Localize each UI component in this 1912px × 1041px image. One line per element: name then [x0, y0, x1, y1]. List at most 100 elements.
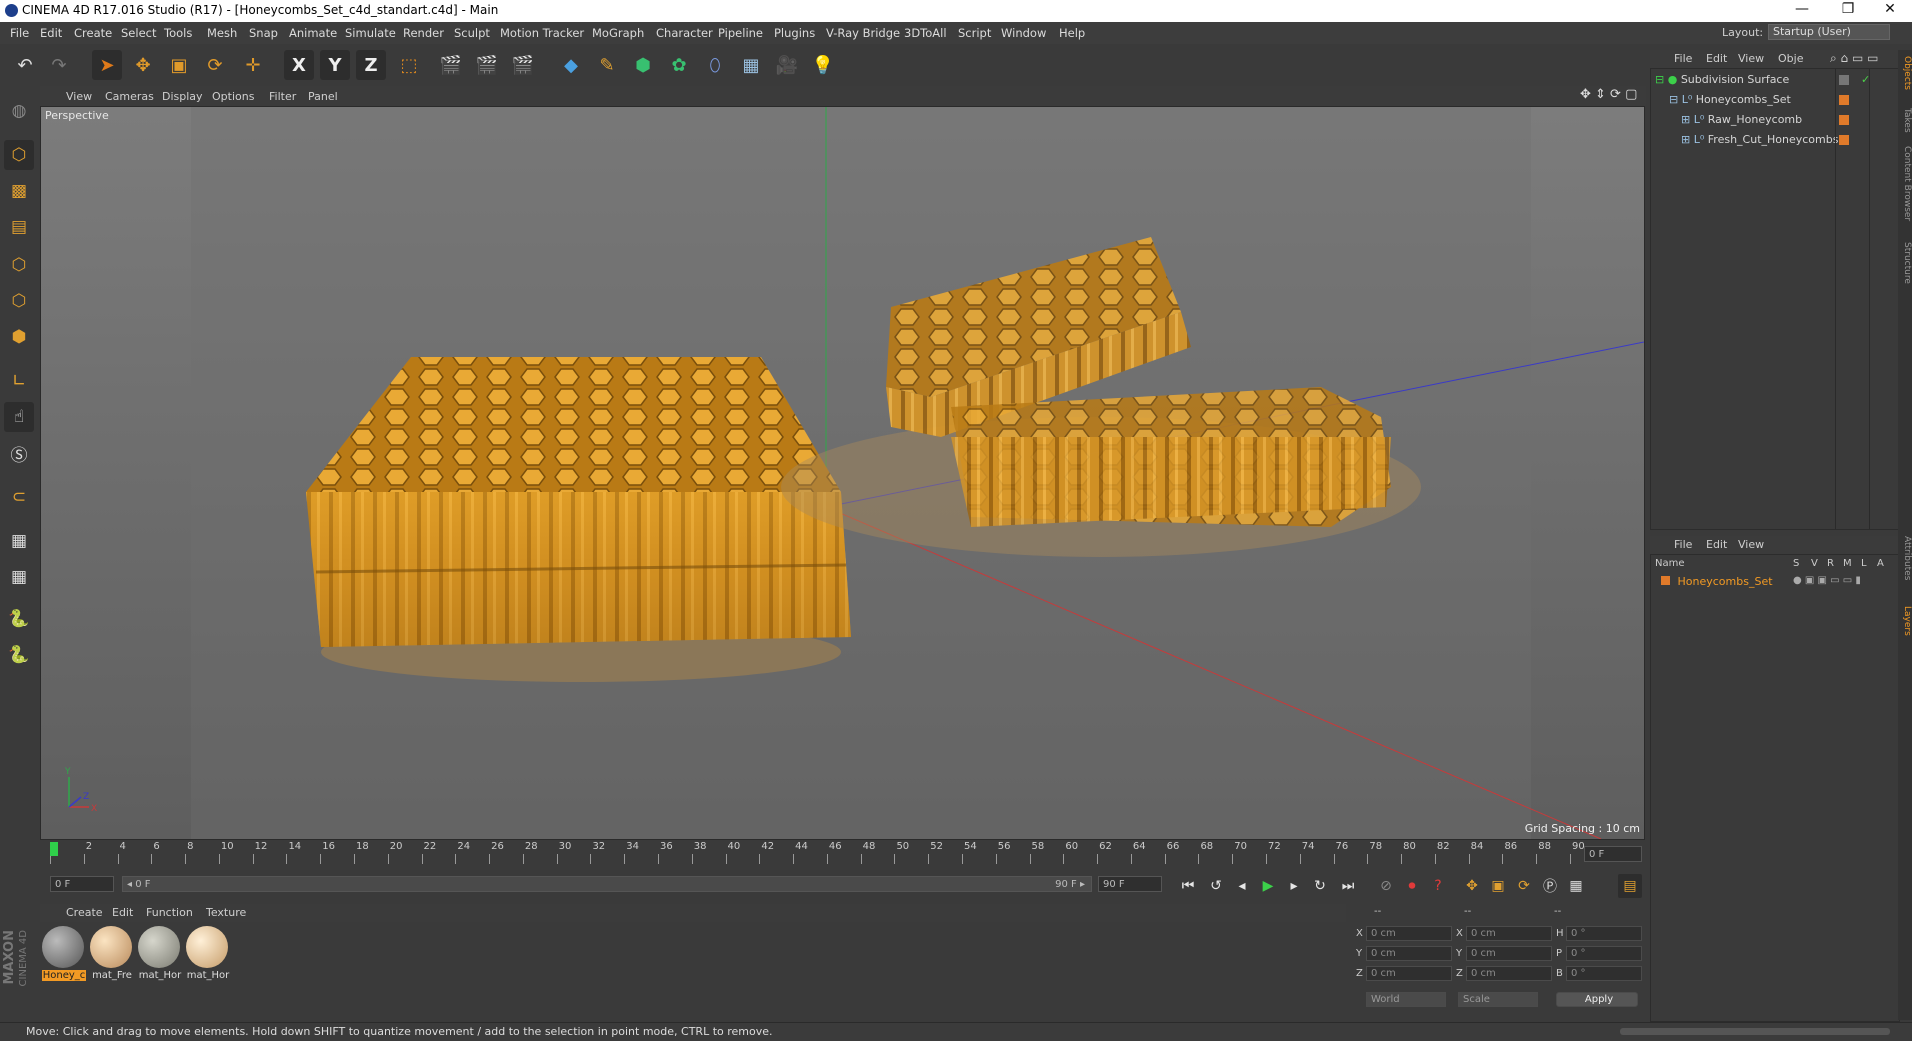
- material-swatch[interactable]: mat_Fre: [90, 926, 134, 981]
- camera-icon[interactable]: 🎥: [772, 50, 802, 80]
- viewport-menu-options[interactable]: Options: [212, 90, 254, 103]
- tab-takes[interactable]: Takes: [1898, 108, 1912, 133]
- menu-animate[interactable]: Animate: [289, 26, 337, 40]
- size-z-field[interactable]: 0 cm: [1466, 966, 1552, 981]
- menu-plugins[interactable]: Plugins: [774, 26, 815, 40]
- close-button[interactable]: ✕: [1870, 1, 1910, 17]
- pen-spline-icon[interactable]: ✎: [592, 50, 622, 80]
- timeline-ruler[interactable]: 0246810121416182022242628303234363840424…: [40, 840, 1646, 868]
- material-swatch[interactable]: Honey_c: [42, 926, 86, 981]
- end-frame-field[interactable]: 90 F: [1098, 876, 1162, 892]
- scale-mode-select[interactable]: Scale: [1458, 992, 1538, 1007]
- python-icon[interactable]: 🐍: [4, 604, 34, 634]
- layer-swatch[interactable]: [1839, 115, 1849, 125]
- record-disabled-icon[interactable]: ⊘: [1374, 874, 1398, 898]
- key-rotation-icon[interactable]: ⟳: [1512, 874, 1536, 898]
- grid-snap-icon[interactable]: ▦: [4, 562, 34, 592]
- live-selection-icon[interactable]: ➤: [92, 50, 122, 80]
- obj-search-icon[interactable]: ⌕ ⌂ ▭ ▭: [1830, 51, 1878, 66]
- obj-menu-objects[interactable]: Obje: [1778, 52, 1803, 65]
- light-icon[interactable]: 💡: [808, 50, 838, 80]
- viewport-menu-panel[interactable]: Panel: [308, 90, 338, 103]
- menu-simulate[interactable]: Simulate: [345, 26, 396, 40]
- tab-content-browser[interactable]: Content Browser: [1898, 146, 1912, 221]
- 3d-viewport[interactable]: Y Z X Perspective Grid Spacing : 10 cm: [40, 106, 1645, 840]
- key-parameter-icon[interactable]: Ⓟ: [1538, 874, 1562, 898]
- key-scale-icon[interactable]: ▣: [1486, 874, 1510, 898]
- next-key-icon[interactable]: ↻: [1308, 874, 1332, 898]
- horizontal-scrollbar[interactable]: [1620, 1028, 1890, 1035]
- menu-window[interactable]: Window: [1001, 26, 1046, 40]
- snap-icon[interactable]: ⊂: [4, 482, 34, 512]
- menu-motion-tracker[interactable]: Motion Tracker: [500, 26, 584, 40]
- mat-menu-function[interactable]: Function: [146, 906, 193, 919]
- rotate-tool-icon[interactable]: ⟳: [200, 50, 230, 80]
- layer-menu-view[interactable]: View: [1738, 538, 1764, 551]
- points-mode-icon[interactable]: ⬡: [4, 250, 34, 280]
- edges-mode-icon[interactable]: ⬡: [4, 286, 34, 316]
- layer-swatch[interactable]: [1839, 75, 1849, 85]
- rotation-h-field[interactable]: 0 °: [1566, 926, 1642, 941]
- obj-menu-file[interactable]: File: [1674, 52, 1692, 65]
- record-keys-icon[interactable]: ⏺: [1400, 874, 1424, 898]
- floor-scene-icon[interactable]: ▦: [736, 50, 766, 80]
- tab-layers[interactable]: Layers: [1898, 606, 1912, 636]
- material-swatch[interactable]: mat_Hor: [138, 926, 182, 981]
- render-view-icon[interactable]: 🎬: [436, 50, 466, 80]
- key-position-icon[interactable]: ✥: [1460, 874, 1484, 898]
- tweak-mode-icon[interactable]: ☝: [4, 402, 34, 432]
- menu-tools[interactable]: Tools: [164, 26, 192, 40]
- workplane-icon[interactable]: ▤: [4, 212, 34, 242]
- viewport-menu-cameras[interactable]: Cameras: [105, 90, 154, 103]
- menu-edit[interactable]: Edit: [40, 26, 62, 40]
- x-axis-lock-button[interactable]: X: [284, 50, 314, 80]
- playhead-marker[interactable]: [50, 842, 58, 856]
- texture-mode-icon[interactable]: ▩: [4, 176, 34, 206]
- restore-button[interactable]: ❐: [1828, 1, 1868, 17]
- start-frame-field[interactable]: 0 F: [50, 876, 114, 892]
- menu-create[interactable]: Create: [74, 26, 112, 40]
- render-picture-viewer-icon[interactable]: 🎬: [472, 50, 502, 80]
- mat-menu-texture[interactable]: Texture: [206, 906, 246, 919]
- menu-mograph[interactable]: MoGraph: [592, 26, 644, 40]
- apply-button[interactable]: Apply: [1556, 992, 1638, 1007]
- viewport-menu-display[interactable]: Display: [162, 90, 203, 103]
- position-y-field[interactable]: 0 cm: [1366, 946, 1452, 961]
- python-script-icon[interactable]: 🐍: [4, 640, 34, 670]
- key-pla-icon[interactable]: ▦: [1564, 874, 1588, 898]
- size-x-field[interactable]: 0 cm: [1466, 926, 1552, 941]
- move-tool-icon[interactable]: ✥: [128, 50, 158, 80]
- layer-row[interactable]: Honeycombs_Set: [1661, 575, 1773, 593]
- tab-objects[interactable]: Objects: [1898, 56, 1912, 90]
- object-row-raw-honeycomb[interactable]: ⊞ L⁰ Raw_Honeycomb: [1681, 113, 1802, 131]
- tab-structure[interactable]: Structure: [1898, 242, 1912, 284]
- cube-primitive-icon[interactable]: ◆: [556, 50, 586, 80]
- viewport-navigate-icons[interactable]: ✥ ⇕ ⟳ ▢: [1580, 87, 1637, 102]
- menu-sculpt[interactable]: Sculpt: [454, 26, 490, 40]
- scale-tool-icon[interactable]: ▣: [164, 50, 194, 80]
- menu-render[interactable]: Render: [403, 26, 444, 40]
- subdivision-icon[interactable]: ⬢: [628, 50, 658, 80]
- mograph-cloner-icon[interactable]: ✿: [664, 50, 694, 80]
- next-frame-icon[interactable]: ▸: [1282, 874, 1306, 898]
- autokey-help-icon[interactable]: ?: [1426, 874, 1450, 898]
- position-x-field[interactable]: 0 cm: [1366, 926, 1452, 941]
- coordinate-system-icon[interactable]: ⬚: [394, 50, 424, 80]
- menu-file[interactable]: File: [10, 26, 29, 40]
- layer-menu-edit[interactable]: Edit: [1706, 538, 1727, 551]
- rotation-b-field[interactable]: 0 °: [1566, 966, 1642, 981]
- go-to-start-icon[interactable]: ⏮: [1176, 874, 1200, 898]
- undo-icon[interactable]: ↶: [10, 50, 40, 80]
- menu-character[interactable]: Character: [656, 26, 713, 40]
- menu-vray-bridge[interactable]: V-Ray Bridge: [826, 26, 900, 40]
- layer-swatch[interactable]: [1839, 135, 1849, 145]
- coordinate-space-select[interactable]: World: [1366, 992, 1446, 1007]
- position-z-field[interactable]: 0 cm: [1366, 966, 1452, 981]
- make-editable-icon[interactable]: ◍: [4, 96, 34, 126]
- play-icon[interactable]: ▶: [1256, 874, 1280, 898]
- mat-menu-edit[interactable]: Edit: [112, 906, 133, 919]
- previous-frame-icon[interactable]: ◂: [1230, 874, 1254, 898]
- layer-toggle-icons[interactable]: ● ▣ ▣ ▭ ▭ ▮: [1793, 575, 1861, 586]
- obj-menu-edit[interactable]: Edit: [1706, 52, 1727, 65]
- y-axis-lock-button[interactable]: Y: [320, 50, 350, 80]
